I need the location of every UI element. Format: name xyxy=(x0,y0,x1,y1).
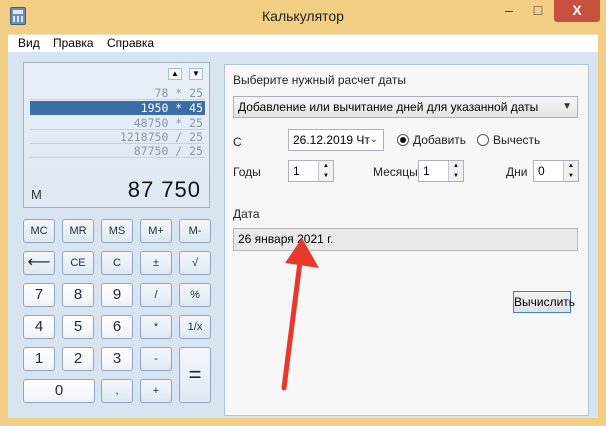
calculator-window: Калькулятор – □ X Вид Правка Справка ▲ ▼… xyxy=(0,0,606,426)
annotation-arrow xyxy=(281,238,319,391)
